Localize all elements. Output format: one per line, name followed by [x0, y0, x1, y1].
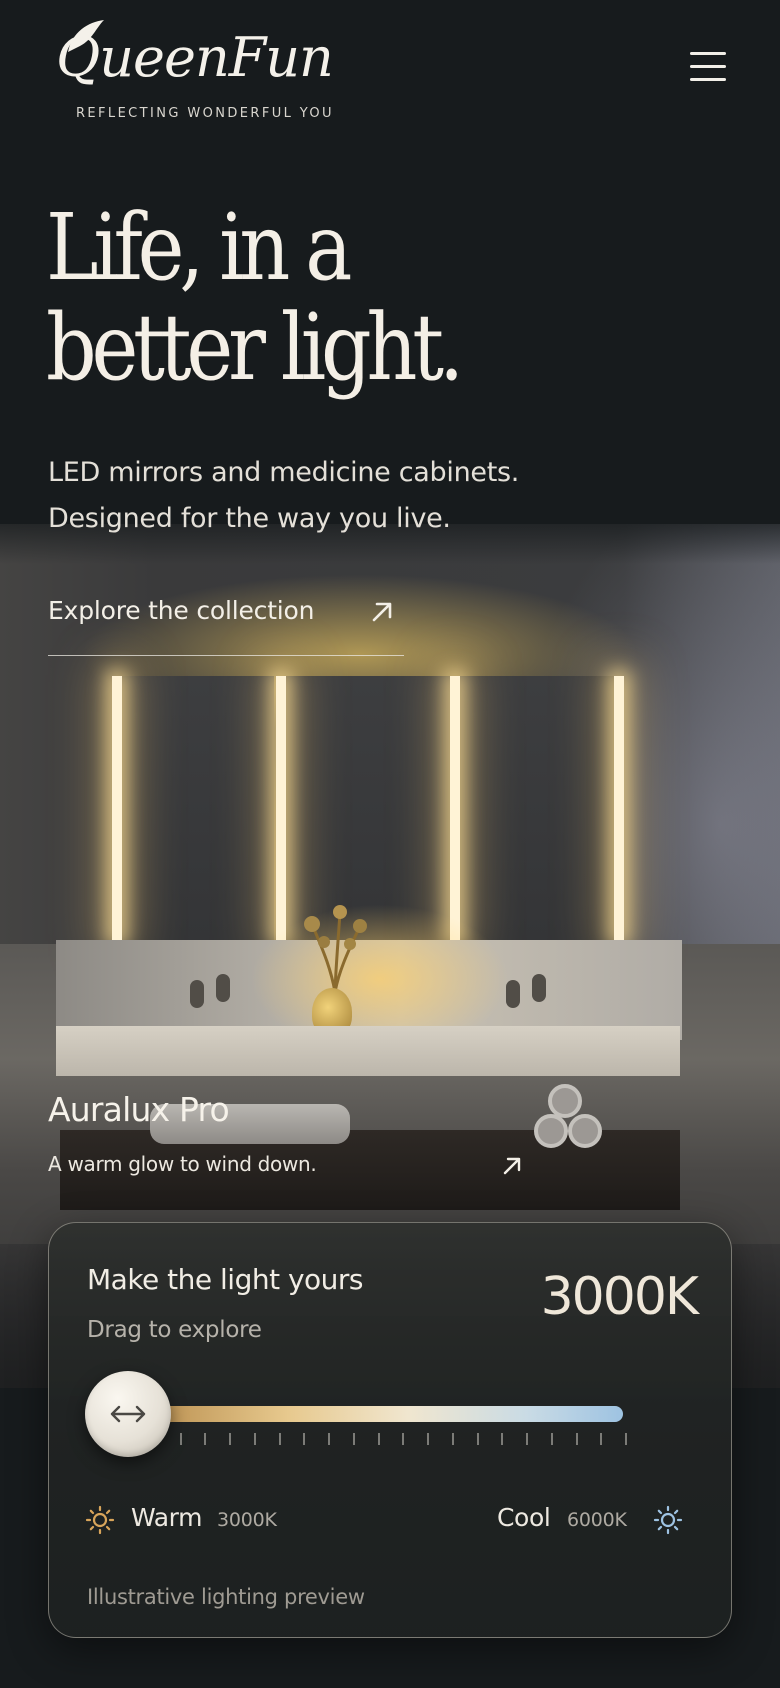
color-temperature-slider[interactable]	[85, 1371, 697, 1461]
slider-tick	[279, 1433, 281, 1445]
slider-tick	[328, 1433, 330, 1445]
led-strip	[614, 676, 624, 940]
slider-tick	[180, 1433, 182, 1445]
light-control-card: Make the light yours Drag to explore 300…	[48, 1222, 732, 1638]
cool-legend: Cool 6000K	[497, 1499, 697, 1539]
faucet	[190, 980, 204, 1008]
cool-label: Cool	[497, 1503, 551, 1532]
explore-collection-link[interactable]: Explore the collection	[48, 584, 404, 656]
page: QueenFun REFLECTING WONDERFUL YOU Life, …	[0, 0, 780, 1688]
slider-tick	[229, 1433, 231, 1445]
brand-name: QueenFun	[56, 26, 334, 89]
slider-tick	[551, 1433, 553, 1445]
towel-roll	[568, 1114, 602, 1148]
plant-stems	[304, 905, 367, 993]
slider-tick	[600, 1433, 602, 1445]
slider-tick	[526, 1433, 528, 1445]
slider-tick	[254, 1433, 256, 1445]
warm-label: Warm	[131, 1503, 203, 1532]
slider-tick	[353, 1433, 355, 1445]
led-strip	[450, 676, 460, 940]
hamburger-icon	[690, 65, 726, 68]
mirror-panel-left	[118, 676, 274, 940]
cool-value: 6000K	[567, 1509, 627, 1531]
menu-button[interactable]	[686, 52, 730, 92]
slider-tick	[378, 1433, 380, 1445]
brand-tagline: REFLECTING WONDERFUL YOU	[76, 106, 334, 121]
slider-tick	[402, 1433, 404, 1445]
sun-cool-icon	[653, 1505, 683, 1535]
mirror-panel-right	[460, 676, 616, 940]
hamburger-icon	[690, 78, 726, 81]
towel-roll	[534, 1114, 568, 1148]
sun-warm-icon	[85, 1505, 115, 1535]
arrow-up-right-icon	[372, 602, 392, 622]
slider-tick	[204, 1433, 206, 1445]
faucet	[216, 974, 230, 1002]
slider-tick	[501, 1433, 503, 1445]
hero-title-line2: better light.	[46, 294, 464, 401]
warm-value: 3000K	[217, 1509, 277, 1531]
slider-tick	[477, 1433, 479, 1445]
led-strip	[112, 676, 122, 940]
towel-roll	[548, 1084, 582, 1118]
hamburger-icon	[690, 52, 726, 55]
slider-tick	[427, 1433, 429, 1445]
card-footnote: Illustrative lighting preview	[87, 1585, 365, 1609]
hero-subtitle-line1: LED mirrors and medicine cabinets.	[48, 457, 520, 488]
card-subtitle: Drag to explore	[87, 1317, 262, 1343]
slider-tick	[576, 1433, 578, 1445]
faucet	[532, 974, 546, 1002]
slider-tick	[625, 1433, 627, 1445]
slider-tick	[303, 1433, 305, 1445]
vanity-top	[56, 1026, 680, 1076]
slider-tick	[452, 1433, 454, 1445]
horizontal-arrows-icon	[110, 1405, 146, 1423]
card-title: Make the light yours	[87, 1263, 364, 1296]
led-strip	[276, 676, 286, 940]
mirror-panel-center	[284, 676, 450, 940]
hero-title: Life, in a better light.	[46, 198, 631, 398]
slider-ticks	[155, 1433, 627, 1445]
slider-thumb[interactable]	[85, 1371, 171, 1457]
site-header: QueenFun REFLECTING WONDERFUL YOU	[0, 0, 780, 150]
warm-legend: Warm 3000K	[85, 1499, 345, 1539]
hero-subtitle: LED mirrors and medicine cabinets. Desig…	[48, 450, 648, 542]
hero-subtitle-line2: Designed for the way you live.	[48, 503, 451, 534]
hero-title-line1: Life, in a	[46, 194, 352, 301]
product-description: A warm glow to wind down.	[48, 1152, 317, 1176]
product-name: Auralux Pro	[48, 1090, 230, 1129]
slider-track[interactable]	[145, 1406, 623, 1422]
arrow-up-right-icon[interactable]	[500, 1154, 524, 1178]
color-temperature-value: 3000K	[540, 1267, 699, 1327]
brand-logo[interactable]: QueenFun REFLECTING WONDERFUL YOU	[56, 18, 356, 128]
faucet	[506, 980, 520, 1008]
explore-collection-label: Explore the collection	[48, 596, 315, 625]
